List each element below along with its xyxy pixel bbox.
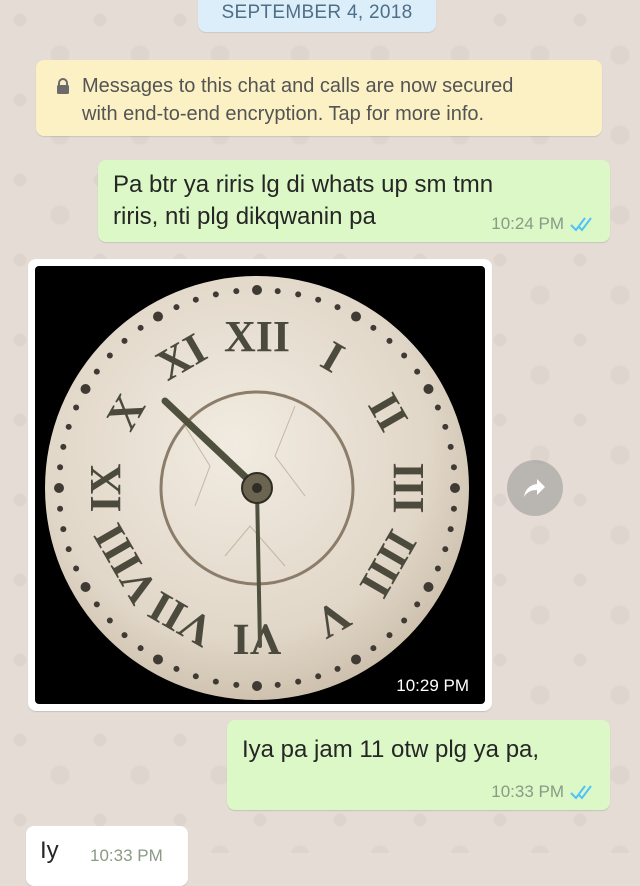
svg-text:VI: VI	[233, 615, 282, 664]
date-chip: SEPTEMBER 4, 2018	[198, 0, 436, 32]
message-meta: 10:24 PM	[491, 214, 596, 234]
message-text-line1: Pa btr ya riris lg di whats up sm tmn	[113, 171, 494, 198]
svg-text:XII: XII	[224, 312, 290, 361]
svg-text:III: III	[384, 462, 433, 513]
outgoing-message[interactable]: Iya pa jam 11 otw plg ya pa, 10:33 PM	[227, 720, 610, 810]
clock-image[interactable]: XII I II III IIII V VI VII VIII IX X XI 10:29 PM	[35, 266, 485, 704]
message-text-line2: riris, nti plg dikqwanin pa	[113, 203, 376, 230]
clock-face-icon: XII IIIIIIIIIIVVIVIIVIIIIXXXI	[45, 276, 469, 700]
message-time: 10:24 PM	[491, 214, 564, 233]
double-check-icon	[570, 785, 592, 800]
message-meta: 10:33 PM	[491, 782, 596, 802]
forward-button[interactable]	[507, 460, 563, 516]
encryption-notice[interactable]: Messages to this chat and calls are now …	[36, 60, 602, 136]
double-check-icon	[570, 217, 592, 232]
forward-icon	[524, 479, 545, 497]
svg-text:IX: IX	[81, 463, 130, 512]
outgoing-message[interactable]: Pa btr ya riris lg di whats up sm tmn ri…	[98, 160, 610, 242]
message-time: 10:33 PM	[90, 846, 163, 865]
message-meta: 10:33 PM	[90, 846, 163, 866]
message-text-line1: Iy	[40, 837, 59, 864]
incoming-message[interactable]: Iy 10:33 PM	[26, 826, 188, 886]
lock-icon	[57, 78, 69, 94]
encryption-notice-line2: with end-to-end encryption. Tap for more…	[82, 103, 485, 125]
message-text-line1: Iya pa jam 11 otw plg ya pa,	[242, 736, 540, 763]
image-time: 10:29 PM	[396, 676, 469, 695]
message-time: 10:33 PM	[491, 782, 564, 801]
encryption-notice-line1: Messages to this chat and calls are now …	[82, 75, 514, 97]
